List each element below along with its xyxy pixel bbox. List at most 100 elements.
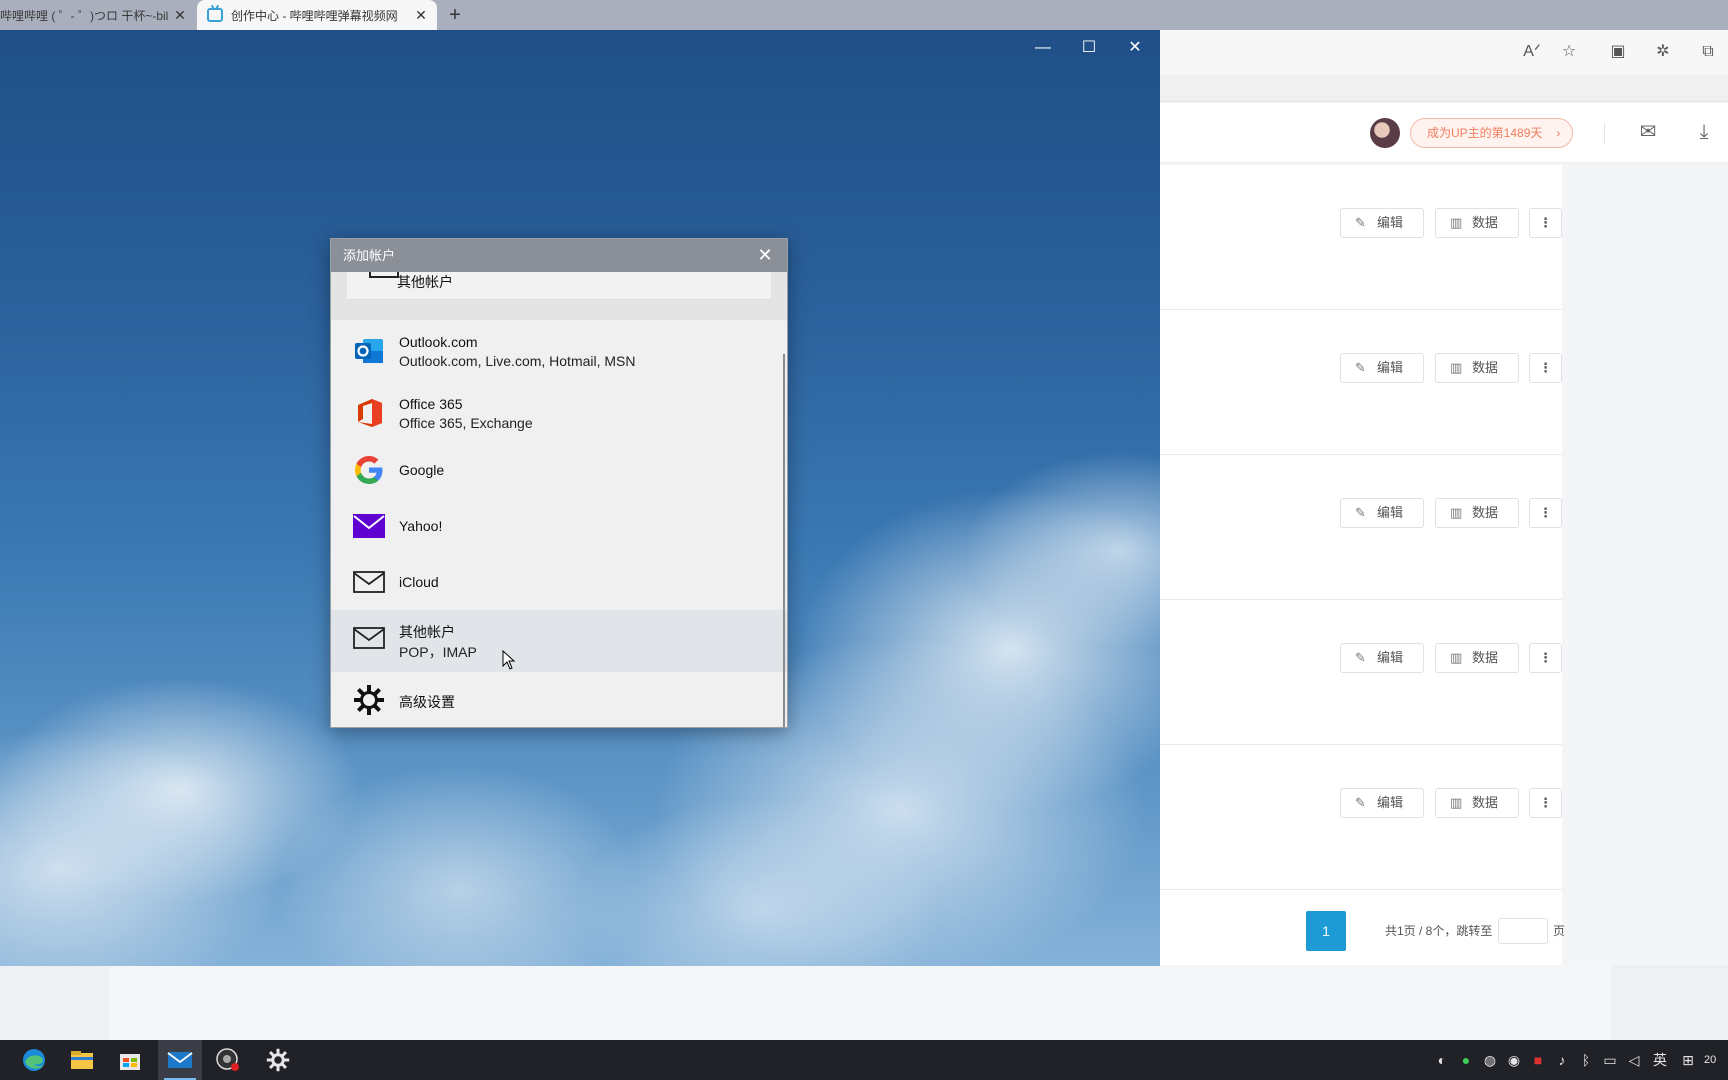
tab-close-icon[interactable]: ✕ (413, 7, 429, 23)
office-icon (358, 399, 382, 427)
data-label: 数据 (1472, 650, 1499, 665)
pencil-icon: ✎ (1355, 360, 1366, 375)
account-option-outlook[interactable]: Outlook.com Outlook.com, Live.com, Hotma… (331, 322, 787, 380)
existing-accounts-section: 其他帐户 (331, 272, 787, 320)
account-option-other[interactable]: 其他帐户 POP，IMAP (331, 610, 787, 672)
tray-bluetooth-icon[interactable]: ᛒ (1576, 1040, 1596, 1080)
edit-label: 编辑 (1377, 650, 1404, 665)
dialog-titlebar: 添加帐户 ✕ (331, 239, 787, 272)
option-title: Outlook.com (399, 334, 478, 350)
edit-button[interactable]: ✎ 编辑 (1340, 788, 1424, 818)
tray-app-icon[interactable]: ◐ (1432, 1040, 1452, 1080)
page-footer-inner (110, 965, 1610, 1040)
edit-label: 编辑 (1377, 795, 1404, 810)
option-subtitle: Office 365, Exchange (399, 415, 533, 431)
data-button[interactable]: ▥ 数据 (1435, 208, 1519, 238)
tab-bilibili-home[interactable]: 哔哩哔哩 ( ゜- ゜)つロ 干杯~-bilibili ✕ (0, 0, 196, 30)
existing-account-tile[interactable]: 其他帐户 (347, 272, 771, 300)
windows-taskbar: ◐ ● ◍ ◉ ■ ♪ ᛒ ▭ ◁ 英 ⊞ 20 (0, 1040, 1728, 1080)
data-button[interactable]: ▥ 数据 (1435, 643, 1519, 673)
tray-network-app-icon[interactable]: ● (1456, 1040, 1476, 1080)
dialog-close-button[interactable]: ✕ (753, 239, 777, 272)
bar-chart-icon: ▥ (1450, 650, 1463, 665)
more-options-button[interactable]: ⋮ (1529, 208, 1562, 238)
edit-label: 编辑 (1377, 215, 1404, 230)
mail-icon[interactable] (158, 1040, 202, 1080)
bilibili-tv-icon (207, 8, 223, 22)
option-title: iCloud (399, 574, 439, 590)
edit-button[interactable]: ✎ 编辑 (1340, 208, 1424, 238)
option-title: 其他帐户 (399, 624, 455, 640)
extension-icon[interactable]: ▣ (1608, 42, 1628, 62)
account-option-icloud[interactable]: iCloud (331, 554, 787, 612)
minimize-button[interactable]: — (1020, 36, 1066, 60)
download-icon[interactable]: ⤓ (1692, 120, 1716, 144)
pencil-icon: ✎ (1355, 215, 1366, 230)
edit-button[interactable]: ✎ 编辑 (1340, 498, 1424, 528)
add-account-dialog: 添加帐户 ✕ 其他帐户 Outlook.com Outlook.com, Liv… (330, 238, 788, 728)
tray-volume-icon[interactable]: ◁ (1624, 1040, 1644, 1080)
bar-chart-icon: ▥ (1450, 505, 1463, 520)
tray-steam-icon[interactable]: ◉ (1504, 1040, 1524, 1080)
more-options-button[interactable]: ⋮ (1529, 498, 1562, 528)
tab-title: 创作中心 - 哔哩哔哩弹幕视频网 (231, 8, 398, 23)
data-label: 数据 (1472, 360, 1499, 375)
tray-amd-icon[interactable]: ■ (1528, 1040, 1548, 1080)
close-window-button[interactable]: ✕ (1112, 36, 1158, 60)
pagination-info: 共1页 / 8个，跳转至 (1385, 924, 1493, 938)
existing-account-label: 其他帐户 (397, 274, 453, 290)
pencil-icon: ✎ (1355, 795, 1366, 810)
tray-microphone-icon[interactable]: ♪ (1552, 1040, 1572, 1080)
tray-network-icon[interactable]: ▭ (1600, 1040, 1620, 1080)
header-divider (1604, 123, 1605, 143)
more-options-button[interactable]: ⋮ (1529, 643, 1562, 673)
data-button[interactable]: ▥ 数据 (1435, 353, 1519, 383)
collections-icon[interactable]: ⧉ (1698, 42, 1718, 62)
edit-label: 编辑 (1377, 505, 1404, 520)
tab-creator-center[interactable]: 创作中心 - 哔哩哔哩弹幕视频网 ✕ (197, 0, 437, 30)
bar-chart-icon: ▥ (1450, 795, 1463, 810)
new-tab-button[interactable]: + (444, 4, 466, 26)
favorite-add-icon[interactable]: ☆ (1559, 42, 1579, 62)
dialog-scrollbar[interactable] (783, 354, 785, 727)
maximize-button[interactable]: ☐ (1066, 36, 1112, 60)
tray-qq-icon[interactable]: ◍ (1480, 1040, 1500, 1080)
envelope-icon (353, 627, 385, 649)
read-aloud-icon[interactable]: Aᐟ (1522, 42, 1542, 62)
store-icon[interactable] (108, 1040, 152, 1080)
option-title: Google (399, 462, 445, 478)
data-button[interactable]: ▥ 数据 (1435, 788, 1519, 818)
chevron-right-icon: › (1556, 126, 1561, 140)
google-icon (355, 456, 383, 484)
edge-icon[interactable] (12, 1040, 56, 1080)
account-option-advanced[interactable]: 高级设置 (331, 672, 787, 727)
taskbar-clock[interactable]: 20 (1704, 1040, 1728, 1080)
outlook-icon (355, 339, 383, 363)
page-jump-input[interactable] (1498, 918, 1548, 944)
settings-icon[interactable] (256, 1040, 300, 1080)
more-options-button[interactable]: ⋮ (1529, 788, 1562, 818)
edit-button[interactable]: ✎ 编辑 (1340, 353, 1424, 383)
more-options-button[interactable]: ⋮ (1529, 353, 1562, 383)
tab-close-icon[interactable]: ✕ (172, 7, 188, 23)
avatar[interactable] (1370, 118, 1400, 148)
bar-chart-icon: ▥ (1450, 215, 1463, 230)
pagination-current-page[interactable]: 1 (1306, 911, 1346, 951)
up-days-badge[interactable]: 成为UP主的第1489天 › (1410, 118, 1574, 148)
file-explorer-icon[interactable] (60, 1040, 104, 1080)
gear-icon (354, 685, 384, 715)
data-button[interactable]: ▥ 数据 (1435, 498, 1519, 528)
dialog-body: 其他帐户 Outlook.com Outlook.com, Live.com, … (331, 272, 787, 727)
tab-title: 哔哩哔哩 ( ゜- ゜)つロ 干杯~-bilibili (0, 8, 168, 23)
ime-mode-icon[interactable]: ⊞ (1678, 1040, 1698, 1080)
extensions-puzzle-icon[interactable]: ✲ (1653, 42, 1673, 62)
edit-button[interactable]: ✎ 编辑 (1340, 643, 1424, 673)
recorder-icon[interactable] (206, 1040, 250, 1080)
account-option-google[interactable]: Google (331, 442, 787, 500)
up-days-label: 成为UP主的第1489天 (1427, 126, 1543, 140)
account-option-office365[interactable]: Office 365 Office 365, Exchange (331, 384, 787, 442)
message-icon[interactable]: ✉ (1636, 120, 1660, 144)
ime-language-indicator[interactable]: 英 (1648, 1040, 1672, 1080)
option-subtitle: POP，IMAP (399, 644, 477, 660)
account-option-yahoo[interactable]: Yahoo! (331, 498, 787, 556)
